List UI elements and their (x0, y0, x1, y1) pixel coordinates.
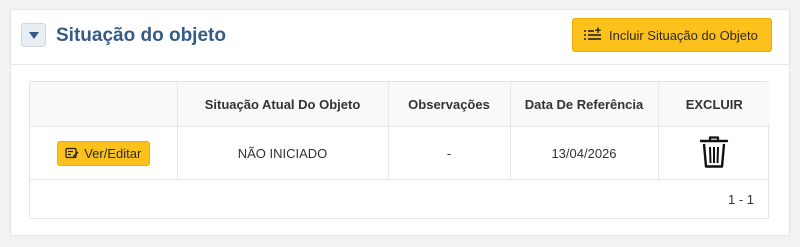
panel-header: Situação do objeto Incluir Situação do O… (11, 10, 789, 65)
situacao-table-wrapper: Situação Atual Do Objeto Observações Dat… (29, 81, 770, 219)
cell-actions: Ver/Editar (30, 126, 178, 180)
column-header-observacoes: Observações (388, 82, 511, 127)
add-situacao-button-label: Incluir Situação do Objeto (609, 27, 758, 43)
situacao-objeto-panel: Situação do objeto Incluir Situação do O… (10, 9, 790, 236)
ver-editar-label: Ver/Editar (84, 145, 142, 161)
column-header-data-referencia: Data De Referência (510, 82, 659, 127)
trash-icon[interactable] (699, 135, 729, 169)
pagination-range: 1 - 1 (727, 192, 754, 207)
collapse-toggle-button[interactable] (21, 23, 46, 47)
column-header-actions (30, 82, 178, 127)
situacao-table: Situação Atual Do Objeto Observações Dat… (30, 82, 770, 180)
table-header-row: Situação Atual Do Objeto Observações Dat… (30, 82, 770, 127)
caret-down-icon (28, 31, 39, 39)
cell-situacao: NÃO INICIADO (177, 126, 389, 180)
add-situacao-button[interactable]: Incluir Situação do Objeto (572, 18, 772, 52)
panel-title: Situação do objeto (56, 25, 226, 46)
cell-observacoes: - (388, 126, 511, 180)
cell-excluir (658, 126, 770, 180)
cell-data-referencia: 13/04/2026 (510, 126, 659, 180)
column-header-situacao: Situação Atual Do Objeto (177, 82, 389, 127)
table-row: Ver/Editar NÃO INICIADO - 13/04/2026 (30, 126, 770, 180)
column-header-excluir: EXCLUIR (658, 82, 770, 127)
ver-editar-button[interactable]: Ver/Editar (56, 140, 150, 166)
edit-note-icon (65, 147, 79, 159)
list-plus-icon (583, 27, 603, 43)
